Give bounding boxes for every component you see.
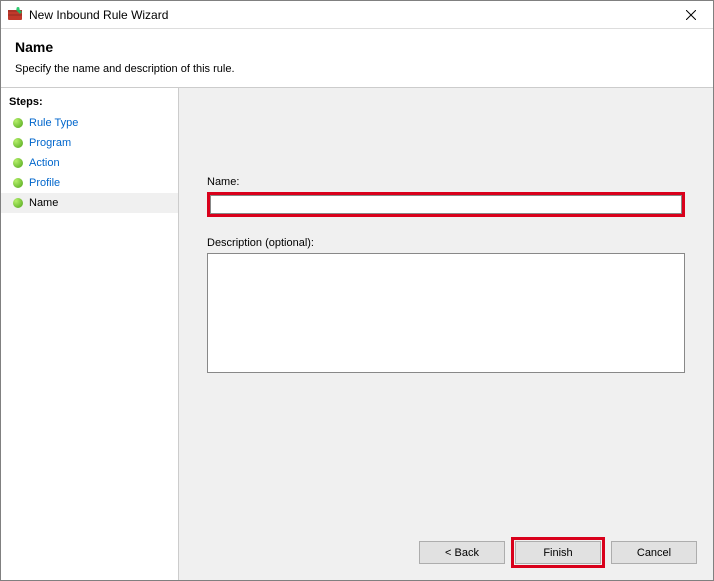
step-label: Profile xyxy=(29,177,60,189)
header: Name Specify the name and description of… xyxy=(1,29,713,88)
name-field-group: Name: xyxy=(207,176,685,217)
firewall-app-icon xyxy=(7,7,23,23)
step-label: Action xyxy=(29,157,60,169)
finish-button[interactable]: Finish xyxy=(515,541,601,564)
steps-sidebar: Steps: Rule Type Program Action Profile … xyxy=(1,88,179,580)
description-textarea[interactable] xyxy=(207,253,685,373)
step-label: Program xyxy=(29,137,71,149)
name-input-highlight xyxy=(207,192,685,217)
bullet-icon xyxy=(13,118,23,128)
page-subtitle: Specify the name and description of this… xyxy=(15,63,699,75)
step-program[interactable]: Program xyxy=(1,133,178,153)
step-action[interactable]: Action xyxy=(1,153,178,173)
steps-heading: Steps: xyxy=(1,94,178,113)
titlebar: New Inbound Rule Wizard xyxy=(1,1,713,29)
back-button[interactable]: < Back xyxy=(419,541,505,564)
step-name[interactable]: Name xyxy=(1,193,178,213)
step-label: Rule Type xyxy=(29,117,78,129)
main-panel: Name: Description (optional): < Back Fin… xyxy=(179,88,713,580)
wizard-window: New Inbound Rule Wizard Name Specify the… xyxy=(0,0,714,581)
description-label: Description (optional): xyxy=(207,237,685,249)
cancel-button[interactable]: Cancel xyxy=(611,541,697,564)
body: Steps: Rule Type Program Action Profile … xyxy=(1,88,713,580)
description-field-group: Description (optional): xyxy=(207,237,685,378)
close-button[interactable] xyxy=(673,3,709,27)
step-rule-type[interactable]: Rule Type xyxy=(1,113,178,133)
finish-button-highlight: Finish xyxy=(511,537,605,568)
page-title: Name xyxy=(15,39,699,55)
step-profile[interactable]: Profile xyxy=(1,173,178,193)
bullet-icon xyxy=(13,178,23,188)
name-input[interactable] xyxy=(210,195,682,214)
bullet-icon xyxy=(13,138,23,148)
step-label: Name xyxy=(29,197,58,209)
bullet-icon xyxy=(13,158,23,168)
button-row: < Back Finish Cancel xyxy=(419,537,697,568)
window-title: New Inbound Rule Wizard xyxy=(29,8,673,22)
name-label: Name: xyxy=(207,176,685,188)
bullet-icon xyxy=(13,198,23,208)
